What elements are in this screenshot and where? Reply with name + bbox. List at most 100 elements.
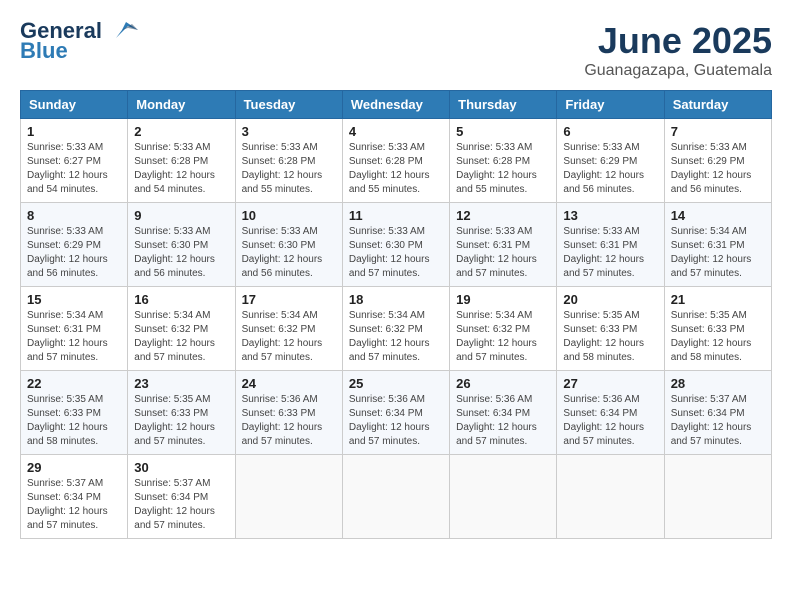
calendar-day-cell: 25 Sunrise: 5:36 AM Sunset: 6:34 PM Dayl…: [342, 371, 449, 455]
day-number: 30: [134, 460, 228, 475]
day-info: Sunrise: 5:33 AM Sunset: 6:28 PM Dayligh…: [134, 141, 228, 197]
day-info: Sunrise: 5:33 AM Sunset: 6:30 PM Dayligh…: [242, 225, 336, 281]
daylight-label: Daylight: 12 hours and 54 minutes.: [27, 170, 108, 195]
sunrise-label: Sunrise: 5:35 AM: [671, 310, 747, 321]
calendar-day-cell: 14 Sunrise: 5:34 AM Sunset: 6:31 PM Dayl…: [664, 203, 771, 287]
day-number: 3: [242, 124, 336, 139]
weekday-header-wednesday: Wednesday: [342, 91, 449, 119]
sunrise-label: Sunrise: 5:33 AM: [134, 142, 210, 153]
calendar-day-cell: 19 Sunrise: 5:34 AM Sunset: 6:32 PM Dayl…: [450, 287, 557, 371]
day-info: Sunrise: 5:35 AM Sunset: 6:33 PM Dayligh…: [134, 393, 228, 449]
sunset-label: Sunset: 6:34 PM: [456, 408, 530, 419]
sunset-label: Sunset: 6:34 PM: [27, 492, 101, 503]
location: Guanagazapa, Guatemala: [584, 62, 772, 80]
calendar-day-cell: 4 Sunrise: 5:33 AM Sunset: 6:28 PM Dayli…: [342, 119, 449, 203]
day-info: Sunrise: 5:36 AM Sunset: 6:34 PM Dayligh…: [349, 393, 443, 449]
calendar-day-cell: 15 Sunrise: 5:34 AM Sunset: 6:31 PM Dayl…: [21, 287, 128, 371]
sunset-label: Sunset: 6:32 PM: [242, 324, 316, 335]
day-info: Sunrise: 5:33 AM Sunset: 6:29 PM Dayligh…: [671, 141, 765, 197]
sunset-label: Sunset: 6:31 PM: [27, 324, 101, 335]
sunset-label: Sunset: 6:33 PM: [563, 324, 637, 335]
daylight-label: Daylight: 12 hours and 57 minutes.: [27, 338, 108, 363]
daylight-label: Daylight: 12 hours and 56 minutes.: [242, 254, 323, 279]
day-info: Sunrise: 5:35 AM Sunset: 6:33 PM Dayligh…: [563, 309, 657, 365]
sunrise-label: Sunrise: 5:33 AM: [563, 226, 639, 237]
daylight-label: Daylight: 12 hours and 58 minutes.: [563, 338, 644, 363]
daylight-label: Daylight: 12 hours and 56 minutes.: [27, 254, 108, 279]
day-number: 2: [134, 124, 228, 139]
sunrise-label: Sunrise: 5:33 AM: [349, 226, 425, 237]
calendar-week-row: 22 Sunrise: 5:35 AM Sunset: 6:33 PM Dayl…: [21, 371, 772, 455]
sunset-label: Sunset: 6:31 PM: [456, 240, 530, 251]
sunset-label: Sunset: 6:29 PM: [671, 156, 745, 167]
sunset-label: Sunset: 6:33 PM: [27, 408, 101, 419]
day-info: Sunrise: 5:33 AM Sunset: 6:29 PM Dayligh…: [563, 141, 657, 197]
daylight-label: Daylight: 12 hours and 57 minutes.: [456, 254, 537, 279]
day-info: Sunrise: 5:34 AM Sunset: 6:32 PM Dayligh…: [456, 309, 550, 365]
daylight-label: Daylight: 12 hours and 55 minutes.: [349, 170, 430, 195]
calendar-day-cell: 7 Sunrise: 5:33 AM Sunset: 6:29 PM Dayli…: [664, 119, 771, 203]
calendar-day-cell: 9 Sunrise: 5:33 AM Sunset: 6:30 PM Dayli…: [128, 203, 235, 287]
calendar-header-row: SundayMondayTuesdayWednesdayThursdayFrid…: [21, 91, 772, 119]
daylight-label: Daylight: 12 hours and 57 minutes.: [671, 254, 752, 279]
calendar-week-row: 29 Sunrise: 5:37 AM Sunset: 6:34 PM Dayl…: [21, 455, 772, 539]
calendar-day-cell: 17 Sunrise: 5:34 AM Sunset: 6:32 PM Dayl…: [235, 287, 342, 371]
day-number: 14: [671, 208, 765, 223]
calendar-day-cell: 18 Sunrise: 5:34 AM Sunset: 6:32 PM Dayl…: [342, 287, 449, 371]
daylight-label: Daylight: 12 hours and 57 minutes.: [456, 422, 537, 447]
daylight-label: Daylight: 12 hours and 57 minutes.: [242, 338, 323, 363]
calendar-day-cell: 3 Sunrise: 5:33 AM Sunset: 6:28 PM Dayli…: [235, 119, 342, 203]
sunrise-label: Sunrise: 5:36 AM: [242, 394, 318, 405]
sunset-label: Sunset: 6:31 PM: [671, 240, 745, 251]
sunset-label: Sunset: 6:28 PM: [456, 156, 530, 167]
calendar-day-cell: [235, 455, 342, 539]
calendar-day-cell: 6 Sunrise: 5:33 AM Sunset: 6:29 PM Dayli…: [557, 119, 664, 203]
month-title: June 2025: [584, 20, 772, 62]
sunset-label: Sunset: 6:32 PM: [456, 324, 530, 335]
day-info: Sunrise: 5:36 AM Sunset: 6:34 PM Dayligh…: [563, 393, 657, 449]
calendar-day-cell: 21 Sunrise: 5:35 AM Sunset: 6:33 PM Dayl…: [664, 287, 771, 371]
sunset-label: Sunset: 6:34 PM: [134, 492, 208, 503]
day-number: 13: [563, 208, 657, 223]
calendar-day-cell: [342, 455, 449, 539]
sunset-label: Sunset: 6:30 PM: [242, 240, 316, 251]
calendar-day-cell: 23 Sunrise: 5:35 AM Sunset: 6:33 PM Dayl…: [128, 371, 235, 455]
day-info: Sunrise: 5:33 AM Sunset: 6:31 PM Dayligh…: [456, 225, 550, 281]
sunrise-label: Sunrise: 5:34 AM: [27, 310, 103, 321]
sunset-label: Sunset: 6:32 PM: [349, 324, 423, 335]
daylight-label: Daylight: 12 hours and 57 minutes.: [242, 422, 323, 447]
day-number: 28: [671, 376, 765, 391]
sunset-label: Sunset: 6:30 PM: [349, 240, 423, 251]
day-info: Sunrise: 5:36 AM Sunset: 6:34 PM Dayligh…: [456, 393, 550, 449]
sunrise-label: Sunrise: 5:33 AM: [456, 142, 532, 153]
day-number: 10: [242, 208, 336, 223]
calendar-day-cell: 28 Sunrise: 5:37 AM Sunset: 6:34 PM Dayl…: [664, 371, 771, 455]
sunrise-label: Sunrise: 5:36 AM: [563, 394, 639, 405]
day-info: Sunrise: 5:34 AM Sunset: 6:32 PM Dayligh…: [134, 309, 228, 365]
day-info: Sunrise: 5:35 AM Sunset: 6:33 PM Dayligh…: [27, 393, 121, 449]
day-number: 11: [349, 208, 443, 223]
daylight-label: Daylight: 12 hours and 54 minutes.: [134, 170, 215, 195]
sunset-label: Sunset: 6:34 PM: [349, 408, 423, 419]
sunset-label: Sunset: 6:29 PM: [27, 240, 101, 251]
day-info: Sunrise: 5:33 AM Sunset: 6:31 PM Dayligh…: [563, 225, 657, 281]
day-number: 24: [242, 376, 336, 391]
day-number: 4: [349, 124, 443, 139]
daylight-label: Daylight: 12 hours and 55 minutes.: [242, 170, 323, 195]
sunrise-label: Sunrise: 5:35 AM: [27, 394, 103, 405]
daylight-label: Daylight: 12 hours and 58 minutes.: [671, 338, 752, 363]
sunrise-label: Sunrise: 5:33 AM: [563, 142, 639, 153]
calendar-week-row: 8 Sunrise: 5:33 AM Sunset: 6:29 PM Dayli…: [21, 203, 772, 287]
logo-bird-icon: [106, 20, 138, 42]
day-info: Sunrise: 5:35 AM Sunset: 6:33 PM Dayligh…: [671, 309, 765, 365]
calendar-day-cell: 8 Sunrise: 5:33 AM Sunset: 6:29 PM Dayli…: [21, 203, 128, 287]
day-number: 23: [134, 376, 228, 391]
sunset-label: Sunset: 6:31 PM: [563, 240, 637, 251]
day-number: 19: [456, 292, 550, 307]
day-number: 9: [134, 208, 228, 223]
page-header: General Blue June 2025 Guanagazapa, Guat…: [20, 20, 772, 80]
daylight-label: Daylight: 12 hours and 57 minutes.: [349, 422, 430, 447]
day-number: 20: [563, 292, 657, 307]
daylight-label: Daylight: 12 hours and 57 minutes.: [349, 338, 430, 363]
day-info: Sunrise: 5:33 AM Sunset: 6:27 PM Dayligh…: [27, 141, 121, 197]
